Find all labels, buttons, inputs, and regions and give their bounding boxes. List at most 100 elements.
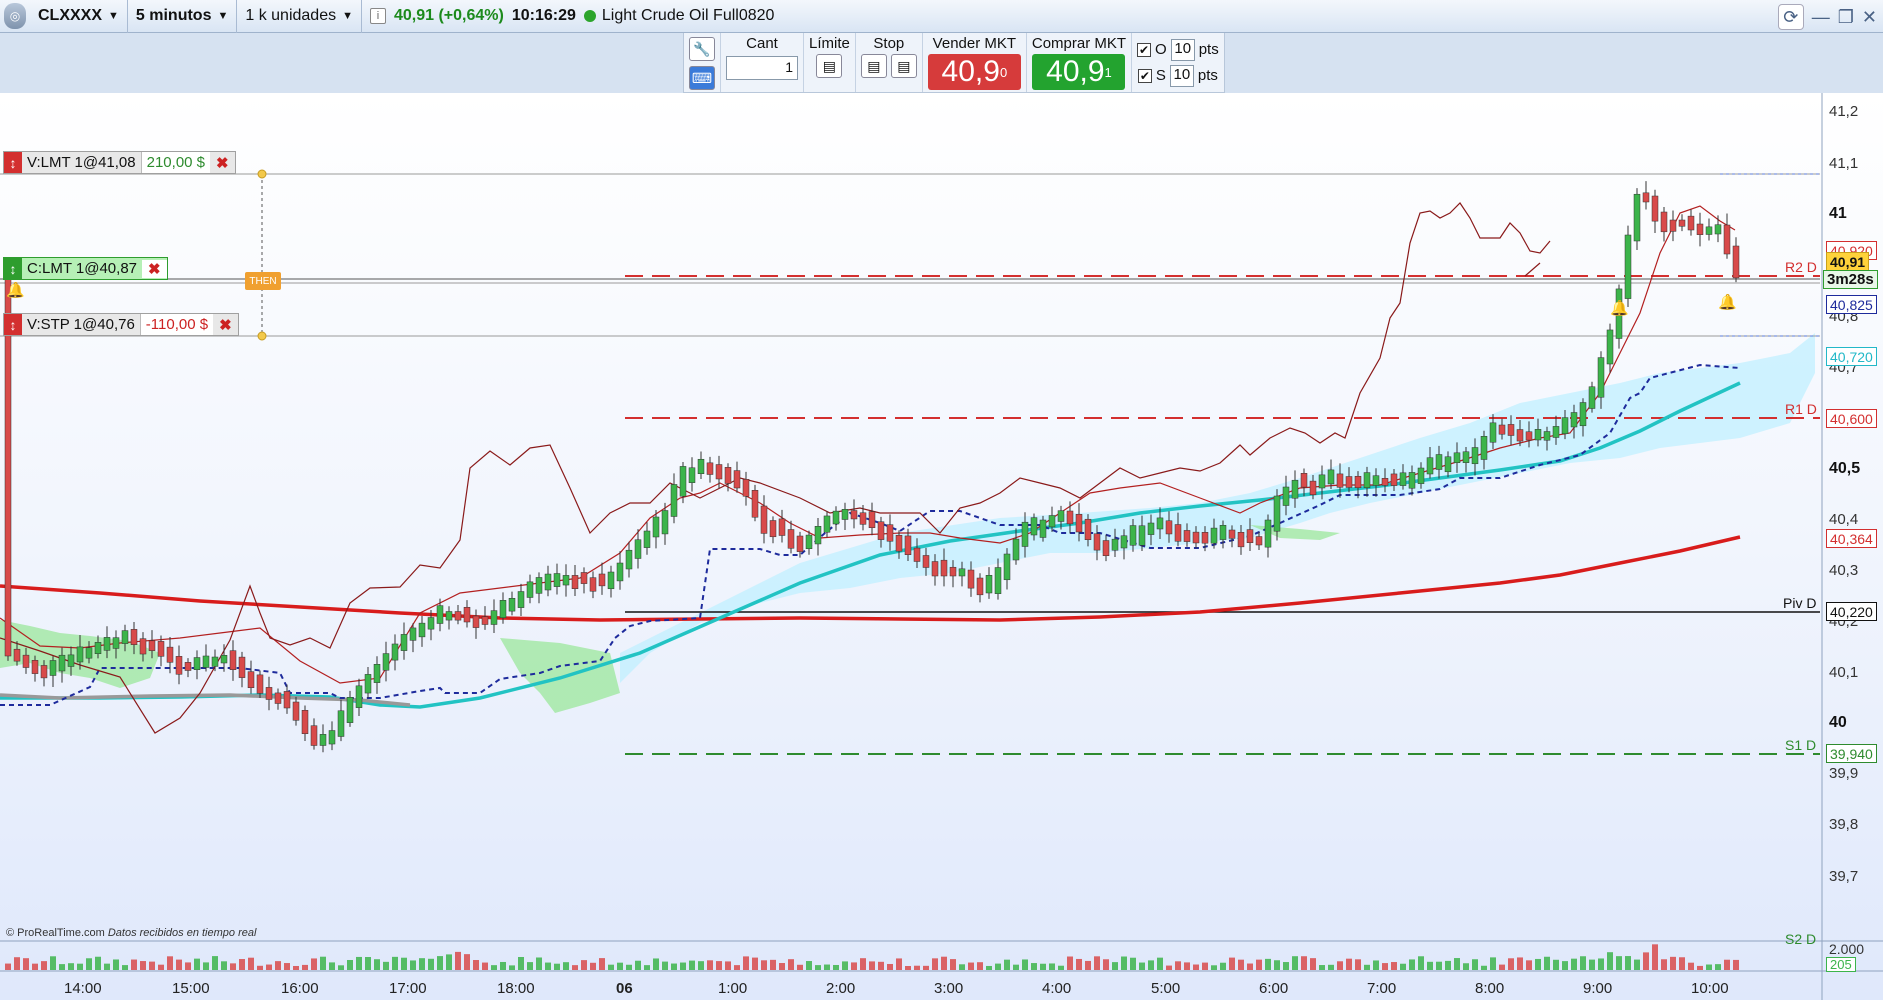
- volume-bar: [581, 960, 587, 970]
- volume-bar: [1022, 959, 1028, 970]
- keyboard-icon[interactable]: ⌨: [689, 66, 715, 90]
- stop-sell-icon[interactable]: ▤: [890, 54, 917, 78]
- price-chart[interactable]: 🔔 🔔 🔔 ↕ V:LMT 1@41,08 210,00 $ ✖ ↕ C:LMT…: [0, 93, 1883, 1000]
- fast-ma-price-box: 40,720: [1826, 347, 1877, 366]
- candle-up: [814, 526, 822, 545]
- cancel-order-icon[interactable]: ✖: [210, 154, 235, 172]
- volume-bar: [230, 963, 236, 970]
- volume-bar: [1202, 962, 1208, 970]
- candle-up: [1435, 454, 1443, 470]
- close-icon[interactable]: ✕: [1862, 7, 1877, 28]
- candle-down: [1192, 531, 1200, 544]
- stop-group: Stop ▤ ▤: [856, 33, 923, 92]
- candle-up: [319, 734, 327, 746]
- candle-down: [229, 650, 237, 671]
- candle-down: [1066, 510, 1074, 525]
- candle-up: [1462, 451, 1470, 463]
- volume-bar: [725, 961, 731, 970]
- volume-bar: [1400, 963, 1406, 970]
- buy-market-button[interactable]: 40,9 1: [1032, 54, 1126, 90]
- info-icon[interactable]: i: [369, 8, 386, 24]
- minimize-icon[interactable]: —: [1812, 7, 1830, 28]
- units-selector[interactable]: 1 k unidades ▼: [237, 0, 362, 33]
- volume-bar: [59, 964, 65, 970]
- then-link-badge[interactable]: THEN: [245, 272, 281, 290]
- quantity-input[interactable]: 1: [726, 56, 798, 80]
- volume-bar: [1571, 958, 1577, 970]
- objective-checkbox[interactable]: ✔: [1137, 42, 1152, 57]
- volume-bar: [473, 960, 479, 970]
- cancel-order-icon[interactable]: ✖: [142, 259, 167, 278]
- volume-bar: [464, 954, 470, 970]
- restore-icon[interactable]: ❐: [1838, 7, 1854, 28]
- order-tag-buy-limit[interactable]: ↕ C:LMT 1@40,87 ✖: [3, 257, 168, 280]
- candle-up: [1156, 517, 1164, 530]
- candle-down: [742, 479, 750, 497]
- candle-up: [553, 573, 561, 587]
- candle-down: [1678, 219, 1686, 227]
- volume-bar: [1733, 959, 1739, 970]
- drag-handle-icon[interactable]: ↕: [4, 314, 22, 335]
- drag-handle-icon[interactable]: ↕: [4, 152, 22, 173]
- bracket-group: ✔ O 10 pts ✔ S 10 pts: [1132, 33, 1224, 92]
- candle-up: [1399, 472, 1407, 486]
- timeframe-selector[interactable]: 5 minutos ▼: [128, 0, 238, 33]
- price-tick: 41,1: [1829, 155, 1859, 172]
- app-menu-icon[interactable]: ◎: [4, 3, 26, 29]
- candle-up: [1003, 553, 1011, 581]
- candle-up: [1489, 422, 1497, 443]
- wrench-icon[interactable]: 🔧: [689, 37, 715, 61]
- chart-canvas[interactable]: 🔔 🔔 🔔: [0, 93, 1883, 1000]
- volume-bar: [1337, 961, 1343, 970]
- volume-bar: [914, 965, 920, 970]
- candle-up: [436, 605, 444, 624]
- instrument-selector[interactable]: CLXXXX ▼: [30, 0, 128, 33]
- candle-up: [1534, 429, 1542, 441]
- candle-up: [328, 730, 336, 745]
- volume-bar: [320, 956, 326, 970]
- price-tick: 40,3: [1829, 562, 1859, 579]
- candle-down: [292, 701, 300, 721]
- volume-bar: [1130, 957, 1136, 970]
- candle-down: [1093, 533, 1101, 551]
- candle-up: [517, 591, 525, 608]
- stop-label: Stop: [873, 35, 905, 52]
- price-tick: 40,5: [1829, 460, 1861, 477]
- sell-market-button[interactable]: 40,9 0: [927, 54, 1021, 90]
- candle-up: [1471, 447, 1479, 465]
- candle-down: [175, 656, 183, 675]
- candle-down: [1345, 476, 1353, 488]
- volume-bar: [1247, 963, 1253, 970]
- volume-bar: [1436, 961, 1442, 970]
- time-tick: 3:00: [934, 980, 964, 997]
- candle-up: [364, 674, 372, 694]
- order-tag-sell-limit[interactable]: ↕ V:LMT 1@41,08 210,00 $ ✖: [3, 151, 236, 174]
- price-tick: 39,7: [1829, 868, 1859, 885]
- volume-bar: [185, 962, 191, 970]
- sync-icon[interactable]: ⟳: [1777, 4, 1804, 30]
- volume-bar: [644, 965, 650, 970]
- volume-bar: [1166, 965, 1172, 970]
- candle-up: [1705, 226, 1713, 235]
- cancel-order-icon[interactable]: ✖: [213, 316, 238, 334]
- candle-down: [1669, 219, 1677, 232]
- limit-order-icon[interactable]: ▤: [816, 54, 843, 78]
- volume-bar: [923, 965, 929, 970]
- slow-ma-price-box: 40,364: [1826, 529, 1877, 548]
- stop-input[interactable]: 10: [1169, 64, 1194, 87]
- order-tag-sell-stop[interactable]: ↕ V:STP 1@40,76 -110,00 $ ✖: [3, 313, 239, 336]
- stop-buy-icon[interactable]: ▤: [860, 54, 887, 78]
- objective-input[interactable]: 10: [1170, 38, 1195, 61]
- ichimoku-cloud-blue: [620, 333, 1815, 683]
- drag-handle-icon[interactable]: ↕: [4, 258, 22, 279]
- candle-up: [1453, 452, 1461, 464]
- stop-checkbox[interactable]: ✔: [1137, 68, 1152, 83]
- candle-up: [823, 515, 831, 533]
- candle-down: [1723, 224, 1731, 255]
- candle-down: [274, 692, 282, 704]
- candle-down: [787, 529, 795, 549]
- volume-bar: [221, 961, 227, 970]
- candle-up: [1138, 525, 1146, 546]
- volume-bar: [1715, 964, 1721, 970]
- candle-up: [1561, 417, 1569, 435]
